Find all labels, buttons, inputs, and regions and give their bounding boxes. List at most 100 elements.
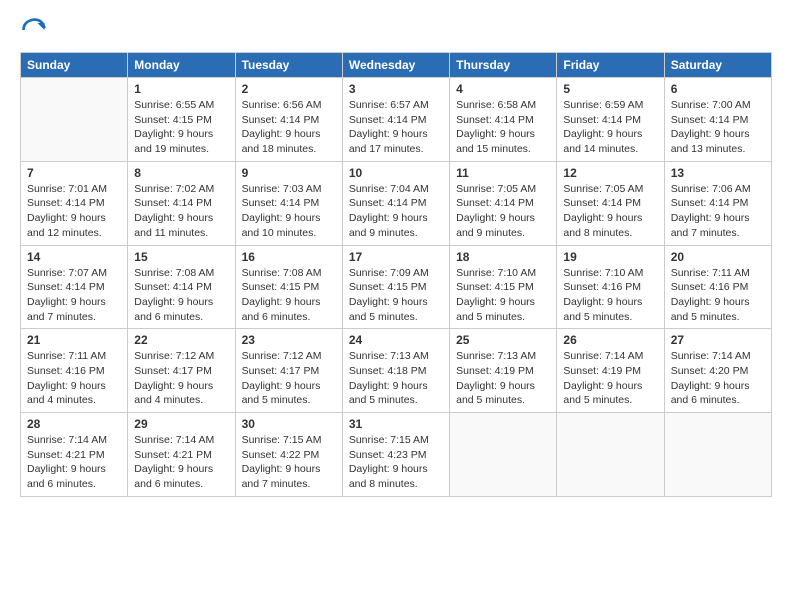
sunrise-line: Sunrise: 7:15 AM	[349, 433, 443, 448]
calendar-cell	[450, 413, 557, 497]
sunset-line: Sunset: 4:15 PM	[134, 113, 228, 128]
sunrise-line: Sunrise: 7:12 AM	[134, 349, 228, 364]
sunset-line: Sunset: 4:22 PM	[242, 448, 336, 463]
daylight-line: Daylight: 9 hours and 17 minutes.	[349, 127, 443, 156]
day-number: 12	[563, 166, 657, 180]
calendar-cell: 30Sunrise: 7:15 AMSunset: 4:22 PMDayligh…	[235, 413, 342, 497]
day-number: 21	[27, 333, 121, 347]
calendar-cell: 18Sunrise: 7:10 AMSunset: 4:15 PMDayligh…	[450, 245, 557, 329]
sunrise-line: Sunrise: 7:05 AM	[456, 182, 550, 197]
daylight-line: Daylight: 9 hours and 10 minutes.	[242, 211, 336, 240]
sunrise-line: Sunrise: 7:13 AM	[349, 349, 443, 364]
day-number: 23	[242, 333, 336, 347]
calendar-cell: 31 Sunrise: 7:15 AMSunset: 4:23 PMDayligh…	[342, 413, 449, 497]
sunrise-line: Sunrise: 7:05 AM	[563, 182, 657, 197]
calendar-cell: 27Sunrise: 7:14 AMSunset: 4:20 PMDayligh…	[664, 329, 771, 413]
daylight-line: Daylight: 9 hours and 6 minutes.	[242, 295, 336, 324]
sunrise-line: Sunrise: 6:57 AM	[349, 98, 443, 113]
daylight-line: Daylight: 9 hours and 5 minutes.	[242, 379, 336, 408]
daylight-line: Daylight: 9 hours and 5 minutes.	[563, 295, 657, 324]
calendar-cell: 12Sunrise: 7:05 AMSunset: 4:14 PMDayligh…	[557, 161, 664, 245]
daylight-line: Daylight: 9 hours and 9 minutes.	[456, 211, 550, 240]
sunrise-line: Sunrise: 7:02 AM	[134, 182, 228, 197]
day-number: 2	[242, 82, 336, 96]
calendar-cell: 19Sunrise: 7:10 AMSunset: 4:16 PMDayligh…	[557, 245, 664, 329]
day-number: 20	[671, 250, 765, 264]
sunrise-line: Sunrise: 7:08 AM	[242, 266, 336, 281]
sunset-line: Sunset: 4:14 PM	[563, 113, 657, 128]
day-number: 1	[134, 82, 228, 96]
calendar-cell	[21, 78, 128, 162]
daylight-line: Daylight: 9 hours and 18 minutes.	[242, 127, 336, 156]
weekday-header: Wednesday	[342, 53, 449, 78]
sunset-line: Sunset: 4:15 PM	[349, 280, 443, 295]
day-number: 3	[349, 82, 443, 96]
sunrise-line: Sunrise: 7:07 AM	[27, 266, 121, 281]
daylight-line: Daylight: 9 hours and 4 minutes.	[27, 379, 121, 408]
sunset-line: Sunset: 4:17 PM	[134, 364, 228, 379]
day-number: 30	[242, 417, 336, 431]
calendar-cell: 26Sunrise: 7:14 AMSunset: 4:19 PMDayligh…	[557, 329, 664, 413]
daylight-line: Daylight: 9 hours and 9 minutes.	[349, 211, 443, 240]
calendar-cell	[664, 413, 771, 497]
daylight-line: Daylight: 9 hours and 4 minutes.	[134, 379, 228, 408]
day-number: 28	[27, 417, 121, 431]
sunrise-line: Sunrise: 7:06 AM	[671, 182, 765, 197]
weekday-header: Sunday	[21, 53, 128, 78]
day-number: 10	[349, 166, 443, 180]
calendar-cell: 10 Sunrise: 7:04 AMSunset: 4:14 PMDayligh…	[342, 161, 449, 245]
day-number: 16	[242, 250, 336, 264]
calendar-cell: 4Sunrise: 6:58 AMSunset: 4:14 PMDaylight…	[450, 78, 557, 162]
sunset-line: Sunset: 4:15 PM	[242, 280, 336, 295]
daylight-line: Daylight: 9 hours and 15 minutes.	[456, 127, 550, 156]
sunrise-line: Sunrise: 7:14 AM	[563, 349, 657, 364]
day-number: 5	[563, 82, 657, 96]
sunrise-line: Sunrise: 7:13 AM	[456, 349, 550, 364]
sunrise-line: Sunrise: 7:01 AM	[27, 182, 121, 197]
weekday-header: Friday	[557, 53, 664, 78]
daylight-line: Daylight: 9 hours and 6 minutes.	[671, 379, 765, 408]
calendar-cell: 16 Sunrise: 7:08 AMSunset: 4:15 PMDayligh…	[235, 245, 342, 329]
sunrise-line: Sunrise: 7:08 AM	[134, 266, 228, 281]
sunset-line: Sunset: 4:14 PM	[671, 196, 765, 211]
sunset-line: Sunset: 4:14 PM	[349, 196, 443, 211]
calendar-cell: 17Sunrise: 7:09 AMSunset: 4:15 PMDayligh…	[342, 245, 449, 329]
sunset-line: Sunset: 4:14 PM	[349, 113, 443, 128]
weekday-header: Tuesday	[235, 53, 342, 78]
day-number: 13	[671, 166, 765, 180]
sunrise-line: Sunrise: 7:11 AM	[27, 349, 121, 364]
day-number: 6	[671, 82, 765, 96]
logo	[20, 16, 52, 44]
sunrise-line: Sunrise: 6:59 AM	[563, 98, 657, 113]
sunset-line: Sunset: 4:14 PM	[134, 280, 228, 295]
sunset-line: Sunset: 4:21 PM	[134, 448, 228, 463]
sunset-line: Sunset: 4:23 PM	[349, 448, 443, 463]
sunset-line: Sunset: 4:16 PM	[27, 364, 121, 379]
sunrise-line: Sunrise: 7:11 AM	[671, 266, 765, 281]
daylight-line: Daylight: 9 hours and 7 minutes.	[27, 295, 121, 324]
day-number: 31	[349, 417, 443, 431]
day-number: 22	[134, 333, 228, 347]
weekday-header: Monday	[128, 53, 235, 78]
calendar-cell: 24Sunrise: 7:13 AMSunset: 4:18 PMDayligh…	[342, 329, 449, 413]
daylight-line: Daylight: 9 hours and 5 minutes.	[349, 379, 443, 408]
calendar-table: SundayMondayTuesdayWednesdayThursdayFrid…	[20, 52, 772, 497]
daylight-line: Daylight: 9 hours and 7 minutes.	[242, 462, 336, 491]
daylight-line: Daylight: 9 hours and 5 minutes.	[563, 379, 657, 408]
sunrise-line: Sunrise: 7:04 AM	[349, 182, 443, 197]
day-number: 9	[242, 166, 336, 180]
daylight-line: Daylight: 9 hours and 8 minutes.	[349, 462, 443, 491]
daylight-line: Daylight: 9 hours and 6 minutes.	[134, 295, 228, 324]
sunset-line: Sunset: 4:19 PM	[563, 364, 657, 379]
sunrise-line: Sunrise: 7:03 AM	[242, 182, 336, 197]
day-number: 4	[456, 82, 550, 96]
daylight-line: Daylight: 9 hours and 13 minutes.	[671, 127, 765, 156]
sunset-line: Sunset: 4:14 PM	[563, 196, 657, 211]
day-number: 18	[456, 250, 550, 264]
page-header	[20, 16, 772, 44]
calendar-cell: 2Sunrise: 6:56 AMSunset: 4:14 PMDaylight…	[235, 78, 342, 162]
sunrise-line: Sunrise: 7:14 AM	[27, 433, 121, 448]
calendar-cell: 25Sunrise: 7:13 AMSunset: 4:19 PMDayligh…	[450, 329, 557, 413]
sunrise-line: Sunrise: 6:58 AM	[456, 98, 550, 113]
calendar-cell: 8Sunrise: 7:02 AMSunset: 4:14 PMDaylight…	[128, 161, 235, 245]
